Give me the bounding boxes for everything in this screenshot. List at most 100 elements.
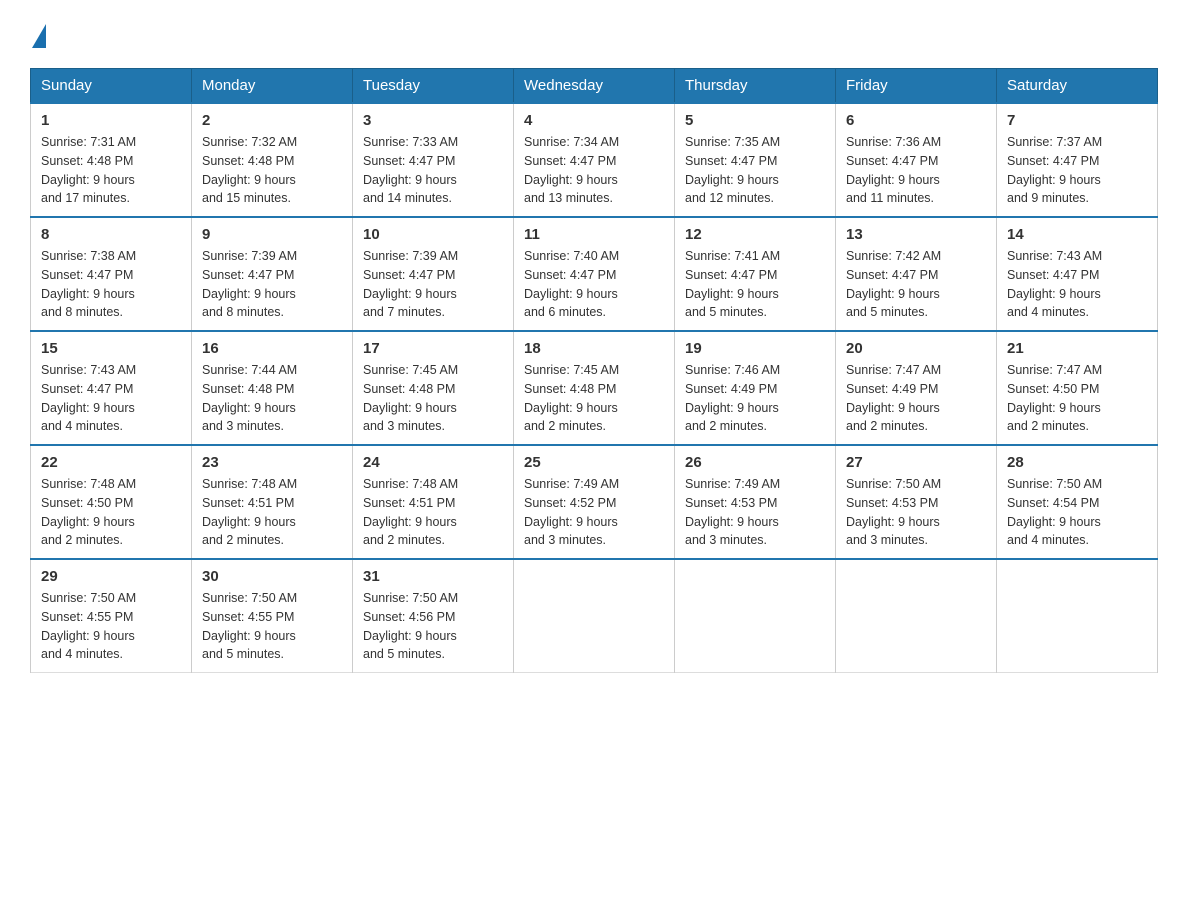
calendar-day-cell — [836, 559, 997, 673]
day-info: Sunrise: 7:50 AM Sunset: 4:55 PM Dayligh… — [202, 589, 342, 664]
day-of-week-header: Tuesday — [353, 69, 514, 104]
calendar-day-cell: 31 Sunrise: 7:50 AM Sunset: 4:56 PM Dayl… — [353, 559, 514, 673]
day-number: 27 — [846, 454, 986, 471]
day-number: 9 — [202, 226, 342, 243]
calendar-day-cell: 30 Sunrise: 7:50 AM Sunset: 4:55 PM Dayl… — [192, 559, 353, 673]
calendar-header-row: SundayMondayTuesdayWednesdayThursdayFrid… — [31, 69, 1158, 104]
day-info: Sunrise: 7:48 AM Sunset: 4:50 PM Dayligh… — [41, 475, 181, 550]
calendar-day-cell — [997, 559, 1158, 673]
day-info: Sunrise: 7:33 AM Sunset: 4:47 PM Dayligh… — [363, 133, 503, 208]
day-info: Sunrise: 7:50 AM Sunset: 4:54 PM Dayligh… — [1007, 475, 1147, 550]
day-number: 19 — [685, 340, 825, 357]
day-number: 8 — [41, 226, 181, 243]
day-info: Sunrise: 7:31 AM Sunset: 4:48 PM Dayligh… — [41, 133, 181, 208]
calendar-day-cell: 24 Sunrise: 7:48 AM Sunset: 4:51 PM Dayl… — [353, 445, 514, 559]
day-info: Sunrise: 7:46 AM Sunset: 4:49 PM Dayligh… — [685, 361, 825, 436]
day-info: Sunrise: 7:49 AM Sunset: 4:53 PM Dayligh… — [685, 475, 825, 550]
day-info: Sunrise: 7:34 AM Sunset: 4:47 PM Dayligh… — [524, 133, 664, 208]
calendar-day-cell: 15 Sunrise: 7:43 AM Sunset: 4:47 PM Dayl… — [31, 331, 192, 445]
calendar-day-cell: 5 Sunrise: 7:35 AM Sunset: 4:47 PM Dayli… — [675, 103, 836, 217]
calendar-day-cell: 22 Sunrise: 7:48 AM Sunset: 4:50 PM Dayl… — [31, 445, 192, 559]
day-info: Sunrise: 7:40 AM Sunset: 4:47 PM Dayligh… — [524, 247, 664, 322]
day-number: 18 — [524, 340, 664, 357]
day-of-week-header: Sunday — [31, 69, 192, 104]
calendar-day-cell: 18 Sunrise: 7:45 AM Sunset: 4:48 PM Dayl… — [514, 331, 675, 445]
calendar-day-cell — [514, 559, 675, 673]
calendar-day-cell: 27 Sunrise: 7:50 AM Sunset: 4:53 PM Dayl… — [836, 445, 997, 559]
day-of-week-header: Thursday — [675, 69, 836, 104]
day-number: 26 — [685, 454, 825, 471]
day-number: 7 — [1007, 112, 1147, 129]
calendar-table: SundayMondayTuesdayWednesdayThursdayFrid… — [30, 68, 1158, 673]
day-info: Sunrise: 7:50 AM Sunset: 4:56 PM Dayligh… — [363, 589, 503, 664]
day-info: Sunrise: 7:47 AM Sunset: 4:49 PM Dayligh… — [846, 361, 986, 436]
day-number: 10 — [363, 226, 503, 243]
day-number: 2 — [202, 112, 342, 129]
calendar-week-row: 1 Sunrise: 7:31 AM Sunset: 4:48 PM Dayli… — [31, 103, 1158, 217]
day-of-week-header: Monday — [192, 69, 353, 104]
day-info: Sunrise: 7:41 AM Sunset: 4:47 PM Dayligh… — [685, 247, 825, 322]
calendar-week-row: 22 Sunrise: 7:48 AM Sunset: 4:50 PM Dayl… — [31, 445, 1158, 559]
calendar-day-cell: 14 Sunrise: 7:43 AM Sunset: 4:47 PM Dayl… — [997, 217, 1158, 331]
day-number: 24 — [363, 454, 503, 471]
day-info: Sunrise: 7:42 AM Sunset: 4:47 PM Dayligh… — [846, 247, 986, 322]
calendar-week-row: 29 Sunrise: 7:50 AM Sunset: 4:55 PM Dayl… — [31, 559, 1158, 673]
day-of-week-header: Saturday — [997, 69, 1158, 104]
calendar-day-cell: 11 Sunrise: 7:40 AM Sunset: 4:47 PM Dayl… — [514, 217, 675, 331]
calendar-day-cell: 23 Sunrise: 7:48 AM Sunset: 4:51 PM Dayl… — [192, 445, 353, 559]
day-info: Sunrise: 7:50 AM Sunset: 4:53 PM Dayligh… — [846, 475, 986, 550]
calendar-day-cell: 17 Sunrise: 7:45 AM Sunset: 4:48 PM Dayl… — [353, 331, 514, 445]
calendar-day-cell — [675, 559, 836, 673]
day-info: Sunrise: 7:39 AM Sunset: 4:47 PM Dayligh… — [363, 247, 503, 322]
calendar-day-cell: 6 Sunrise: 7:36 AM Sunset: 4:47 PM Dayli… — [836, 103, 997, 217]
calendar-day-cell: 29 Sunrise: 7:50 AM Sunset: 4:55 PM Dayl… — [31, 559, 192, 673]
day-number: 12 — [685, 226, 825, 243]
day-info: Sunrise: 7:32 AM Sunset: 4:48 PM Dayligh… — [202, 133, 342, 208]
day-info: Sunrise: 7:38 AM Sunset: 4:47 PM Dayligh… — [41, 247, 181, 322]
calendar-day-cell: 21 Sunrise: 7:47 AM Sunset: 4:50 PM Dayl… — [997, 331, 1158, 445]
calendar-week-row: 8 Sunrise: 7:38 AM Sunset: 4:47 PM Dayli… — [31, 217, 1158, 331]
day-number: 1 — [41, 112, 181, 129]
day-number: 4 — [524, 112, 664, 129]
day-info: Sunrise: 7:47 AM Sunset: 4:50 PM Dayligh… — [1007, 361, 1147, 436]
calendar-day-cell: 16 Sunrise: 7:44 AM Sunset: 4:48 PM Dayl… — [192, 331, 353, 445]
calendar-day-cell: 26 Sunrise: 7:49 AM Sunset: 4:53 PM Dayl… — [675, 445, 836, 559]
calendar-day-cell: 2 Sunrise: 7:32 AM Sunset: 4:48 PM Dayli… — [192, 103, 353, 217]
day-number: 25 — [524, 454, 664, 471]
day-of-week-header: Friday — [836, 69, 997, 104]
day-number: 29 — [41, 568, 181, 585]
calendar-day-cell: 12 Sunrise: 7:41 AM Sunset: 4:47 PM Dayl… — [675, 217, 836, 331]
calendar-day-cell: 25 Sunrise: 7:49 AM Sunset: 4:52 PM Dayl… — [514, 445, 675, 559]
day-info: Sunrise: 7:45 AM Sunset: 4:48 PM Dayligh… — [524, 361, 664, 436]
day-info: Sunrise: 7:43 AM Sunset: 4:47 PM Dayligh… — [1007, 247, 1147, 322]
day-number: 28 — [1007, 454, 1147, 471]
day-number: 17 — [363, 340, 503, 357]
day-number: 31 — [363, 568, 503, 585]
day-info: Sunrise: 7:37 AM Sunset: 4:47 PM Dayligh… — [1007, 133, 1147, 208]
day-number: 16 — [202, 340, 342, 357]
day-info: Sunrise: 7:48 AM Sunset: 4:51 PM Dayligh… — [202, 475, 342, 550]
day-info: Sunrise: 7:39 AM Sunset: 4:47 PM Dayligh… — [202, 247, 342, 322]
day-number: 15 — [41, 340, 181, 357]
day-info: Sunrise: 7:36 AM Sunset: 4:47 PM Dayligh… — [846, 133, 986, 208]
day-info: Sunrise: 7:45 AM Sunset: 4:48 PM Dayligh… — [363, 361, 503, 436]
day-number: 13 — [846, 226, 986, 243]
day-info: Sunrise: 7:48 AM Sunset: 4:51 PM Dayligh… — [363, 475, 503, 550]
calendar-week-row: 15 Sunrise: 7:43 AM Sunset: 4:47 PM Dayl… — [31, 331, 1158, 445]
day-number: 14 — [1007, 226, 1147, 243]
day-number: 6 — [846, 112, 986, 129]
calendar-day-cell: 20 Sunrise: 7:47 AM Sunset: 4:49 PM Dayl… — [836, 331, 997, 445]
day-number: 21 — [1007, 340, 1147, 357]
calendar-day-cell: 1 Sunrise: 7:31 AM Sunset: 4:48 PM Dayli… — [31, 103, 192, 217]
logo-arrow-icon — [32, 24, 46, 48]
calendar-day-cell: 3 Sunrise: 7:33 AM Sunset: 4:47 PM Dayli… — [353, 103, 514, 217]
day-info: Sunrise: 7:43 AM Sunset: 4:47 PM Dayligh… — [41, 361, 181, 436]
page-header — [30, 20, 1158, 48]
day-number: 20 — [846, 340, 986, 357]
day-number: 3 — [363, 112, 503, 129]
calendar-day-cell: 8 Sunrise: 7:38 AM Sunset: 4:47 PM Dayli… — [31, 217, 192, 331]
day-info: Sunrise: 7:44 AM Sunset: 4:48 PM Dayligh… — [202, 361, 342, 436]
calendar-day-cell: 19 Sunrise: 7:46 AM Sunset: 4:49 PM Dayl… — [675, 331, 836, 445]
calendar-day-cell: 13 Sunrise: 7:42 AM Sunset: 4:47 PM Dayl… — [836, 217, 997, 331]
calendar-day-cell: 7 Sunrise: 7:37 AM Sunset: 4:47 PM Dayli… — [997, 103, 1158, 217]
